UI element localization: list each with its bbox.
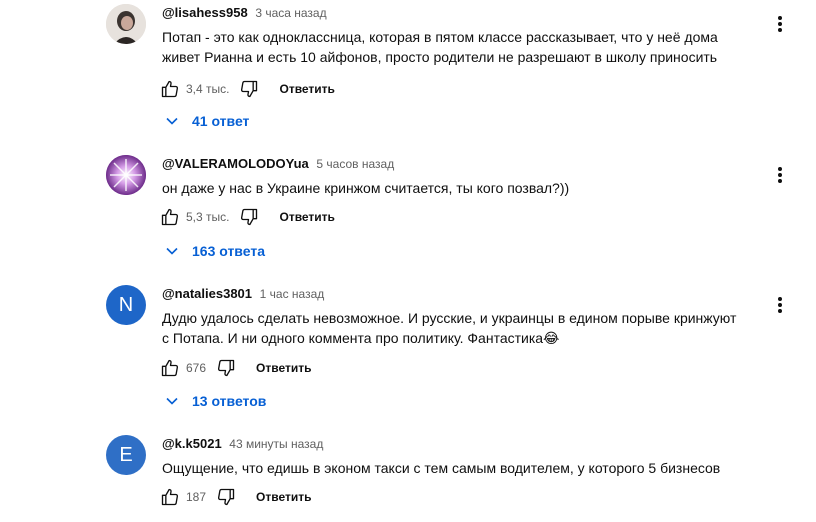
more-vert-icon	[778, 297, 782, 313]
thumbs-up-icon	[161, 488, 179, 506]
replies-count: 163 ответа	[192, 243, 265, 259]
avatar[interactable]	[106, 155, 146, 195]
comment-time[interactable]: 3 часа назад	[255, 6, 326, 20]
view-replies-button[interactable]: 41 ответ	[162, 111, 249, 131]
comment-time[interactable]: 5 часов назад	[316, 157, 394, 171]
comment-author[interactable]: @natalies3801	[162, 286, 252, 301]
avatar[interactable]: N	[106, 285, 146, 325]
like-button[interactable]	[158, 77, 182, 101]
chevron-down-icon	[162, 391, 182, 411]
reply-button[interactable]: Ответить	[256, 361, 311, 375]
comment-text: Ощущение, что едишь в эконом такси с тем…	[162, 460, 721, 476]
like-count: 3,4 тыс.	[186, 82, 230, 96]
dislike-button[interactable]	[214, 485, 238, 509]
avatar-photo-icon	[106, 4, 146, 44]
thumbs-up-icon	[161, 80, 179, 98]
avatar-letter: N	[118, 293, 134, 316]
comment-menu-button[interactable]	[770, 293, 790, 317]
reply-button[interactable]: Ответить	[256, 490, 311, 504]
replies-count: 13 ответов	[192, 393, 267, 409]
dislike-button[interactable]	[214, 356, 238, 380]
comment-header: @lisahess958 3 часа назад	[162, 5, 327, 21]
dislike-button[interactable]	[237, 205, 261, 229]
comment-actions: 676 Ответить	[158, 356, 311, 380]
comment-author[interactable]: @k.k5021	[162, 436, 222, 451]
like-button[interactable]	[158, 485, 182, 509]
chevron-down-icon	[162, 111, 182, 131]
like-count: 676	[186, 361, 207, 375]
more-vert-icon	[778, 16, 782, 32]
reply-button[interactable]: Ответить	[279, 210, 334, 224]
thumbs-down-icon	[241, 80, 258, 98]
comment-menu-button[interactable]	[770, 12, 790, 36]
thumbs-down-icon	[218, 359, 235, 377]
comment-header: @k.k5021 43 минуты назад	[162, 436, 323, 452]
dislike-button[interactable]	[237, 77, 261, 101]
thumbs-down-icon	[241, 208, 258, 226]
avatar-flower-icon	[106, 155, 146, 195]
comment-author[interactable]: @VALERAMOLODOYua	[162, 156, 309, 171]
chevron-down-icon	[162, 241, 182, 261]
comment-text: Дудю удалось сделать невозможное. И русс…	[162, 310, 737, 346]
comment-author[interactable]: @lisahess958	[162, 5, 248, 20]
view-replies-button[interactable]: 163 ответа	[162, 241, 265, 261]
thumbs-up-icon	[161, 359, 179, 377]
avatar[interactable]	[106, 4, 146, 44]
replies-count: 41 ответ	[192, 113, 250, 129]
avatar[interactable]: E	[106, 435, 146, 475]
like-button[interactable]	[158, 205, 182, 229]
comment-header: @VALERAMOLODOYua 5 часов назад	[162, 156, 394, 172]
like-count: 187	[186, 490, 207, 504]
comment-actions: 187 Ответить	[158, 485, 311, 509]
like-count: 5,3 тыс.	[186, 210, 230, 224]
comment-time[interactable]: 1 час назад	[260, 287, 325, 301]
comment-menu-button[interactable]	[770, 163, 790, 187]
comment-time[interactable]: 43 минуты назад	[229, 437, 323, 451]
like-button[interactable]	[158, 356, 182, 380]
comment-text: он даже у нас в Украине кринжом считаетс…	[162, 180, 570, 196]
comment-header: @natalies3801 1 час назад	[162, 286, 324, 302]
comment-actions: 3,4 тыс. Ответить	[158, 77, 335, 101]
reply-button[interactable]: Ответить	[279, 82, 334, 96]
more-vert-icon	[778, 167, 782, 183]
comment-text: Потап - это как одноклассница, которая в…	[162, 29, 718, 65]
view-replies-button[interactable]: 13 ответов	[162, 391, 266, 411]
thumbs-down-icon	[218, 488, 235, 506]
comment-actions: 5,3 тыс. Ответить	[158, 205, 335, 229]
thumbs-up-icon	[161, 208, 179, 226]
avatar-letter: E	[119, 443, 133, 466]
